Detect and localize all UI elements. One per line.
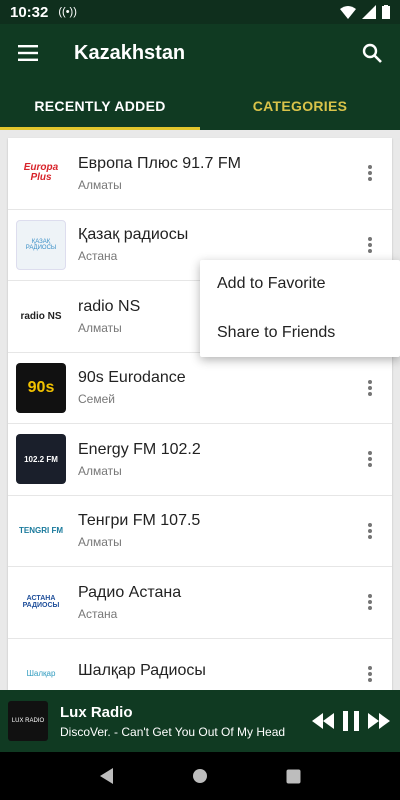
page-title: Kazakhstan [74, 41, 186, 64]
signal-icon [362, 5, 376, 19]
list-item[interactable]: 102.2 FM Energy FM 102.2 Алматы [8, 424, 392, 496]
pause-icon[interactable] [342, 711, 360, 731]
station-city: Алматы [78, 177, 122, 192]
more-options-button[interactable] [352, 439, 388, 479]
search-icon [362, 43, 382, 63]
player-cover-text: LUX RADIO [11, 718, 45, 724]
tab-bar: RECENTLY ADDED CATEGORIES [0, 82, 400, 130]
more-vert-icon [368, 522, 372, 539]
hamburger-icon [18, 45, 38, 61]
station-name: Шалқар Радиосы [78, 662, 206, 680]
more-options-button[interactable] [352, 225, 388, 265]
menu-item-add-favorite[interactable]: Add to Favorite [200, 260, 400, 309]
station-logo: ҚАЗАҚ РАДИОСЫ [16, 219, 66, 270]
station-logo: 90s [16, 362, 66, 413]
station-logo-text: АСТАНА РАДИОСЫ [22, 595, 60, 610]
more-vert-icon [368, 165, 372, 182]
station-city: Алматы [78, 535, 122, 550]
station-city: Алматы [78, 463, 122, 478]
more-vert-icon [368, 594, 372, 611]
menu-button[interactable] [0, 24, 56, 82]
station-list[interactable]: Europa Plus Европа Плюс 91.7 FM Алматы Қ… [8, 138, 392, 690]
more-options-button[interactable] [352, 153, 388, 193]
more-options-button[interactable] [352, 511, 388, 551]
recents-icon[interactable] [286, 769, 301, 784]
list-item[interactable]: АСТАНА РАДИОСЫ Радио Астана Астана [8, 567, 392, 639]
station-name: Energy FM 102.2 [78, 440, 201, 458]
home-icon[interactable] [192, 768, 208, 784]
player-subtitle: DiscoVer. - Can't Get You Out Of My Head [60, 724, 286, 739]
rewind-icon[interactable] [312, 713, 334, 729]
station-logo-text: radio NS [20, 310, 62, 322]
station-logo-text: 90s [27, 378, 55, 396]
list-item[interactable]: Шалқар Шалқар Радиосы [8, 639, 392, 690]
station-logo: 102.2 FM [16, 434, 66, 485]
station-logo-text: TENGRI FM [19, 526, 63, 536]
more-vert-icon [368, 236, 372, 253]
more-options-button[interactable] [352, 654, 388, 690]
more-vert-icon [368, 665, 372, 682]
more-vert-icon [368, 379, 372, 396]
station-logo-text: ҚАЗАҚ РАДИОСЫ [25, 238, 57, 251]
list-item[interactable]: Europa Plus Европа Плюс 91.7 FM Алматы [8, 138, 392, 210]
cast-icon: ((•)) [58, 6, 77, 18]
station-logo: Шалқар [16, 648, 66, 690]
station-logo-text: 102.2 FM [24, 454, 58, 464]
station-name: Қазақ радиосы [78, 226, 189, 244]
station-name: Европа Плюс 91.7 FM [78, 154, 241, 172]
more-options-button[interactable] [352, 368, 388, 408]
search-button[interactable] [344, 24, 400, 82]
battery-icon [382, 5, 390, 19]
station-name: 90s Eurodance [78, 369, 186, 387]
back-icon[interactable] [99, 767, 115, 785]
more-vert-icon [368, 451, 372, 468]
station-name: Тенгри FM 107.5 [78, 512, 201, 530]
wifi-icon [340, 6, 356, 19]
menu-item-share[interactable]: Share to Friends [200, 309, 400, 358]
status-time: 10:32 [10, 3, 49, 21]
mini-player[interactable]: LUX RADIO Lux Radio DiscoVer. - Can't Ge… [0, 690, 400, 752]
station-logo-text: Europa Plus [23, 162, 59, 184]
station-city: Семей [78, 392, 115, 407]
list-item[interactable]: TENGRI FM Тенгри FM 107.5 Алматы [8, 496, 392, 567]
station-logo: radio NS [16, 291, 66, 342]
system-nav-bar [0, 752, 400, 800]
station-logo: АСТАНА РАДИОСЫ [16, 577, 66, 628]
tab-categories[interactable]: CATEGORIES [200, 82, 400, 130]
tab-recently-added[interactable]: RECENTLY ADDED [0, 82, 200, 130]
station-name: Радио Астана [78, 583, 182, 601]
station-logo: TENGRI FM [16, 505, 66, 556]
fast-forward-icon[interactable] [368, 713, 390, 729]
status-bar: 10:32 ((•)) [0, 0, 400, 24]
more-options-button[interactable] [352, 582, 388, 622]
player-cover: LUX RADIO [8, 701, 48, 741]
list-item[interactable]: 90s 90s Eurodance Семей [8, 353, 392, 424]
station-logo-text: Шалқар [26, 669, 56, 679]
station-city: Астана [78, 606, 118, 621]
status-icons [340, 5, 390, 19]
app-bar: Kazakhstan [0, 24, 400, 82]
player-title: Lux Radio [60, 703, 133, 721]
station-logo: Europa Plus [16, 148, 66, 199]
popup-menu: Add to Favorite Share to Friends [200, 260, 400, 357]
